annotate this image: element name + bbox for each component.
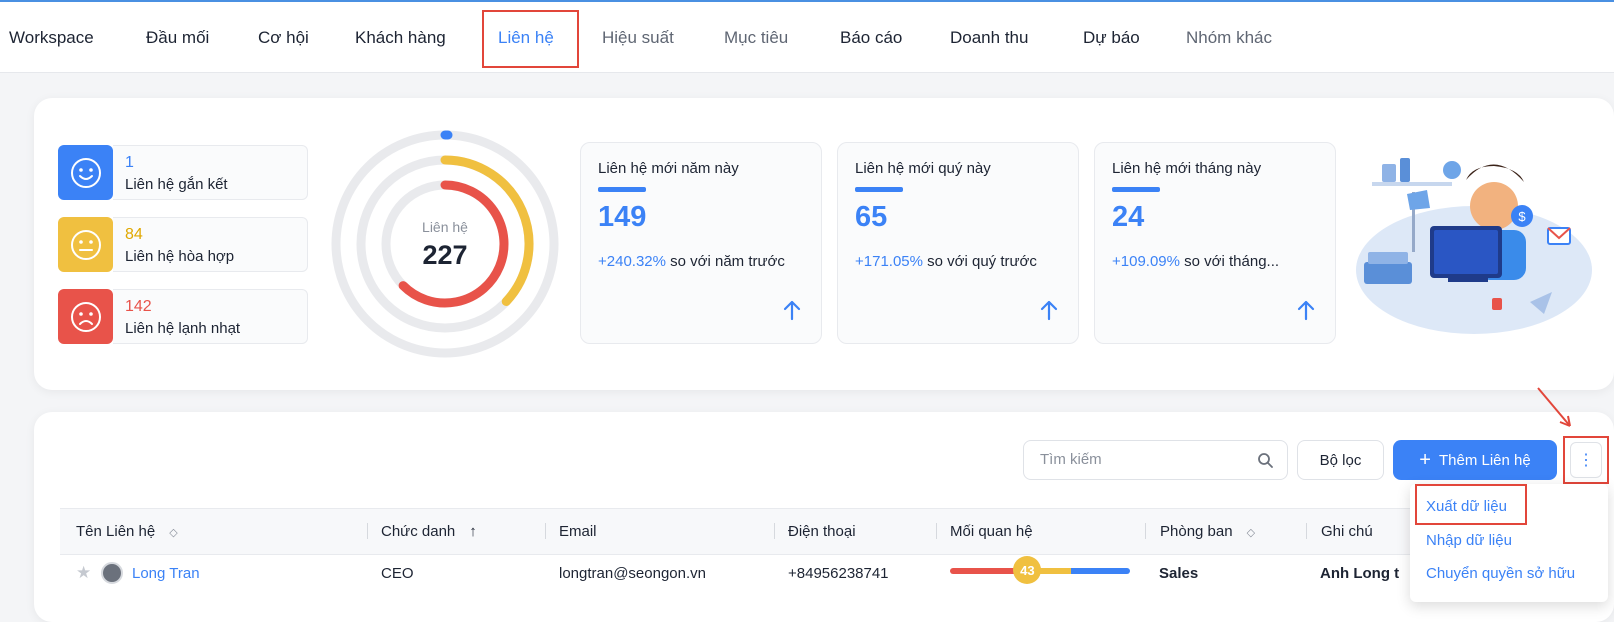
kpi-delta-percent: +109.09%	[1112, 253, 1180, 270]
arrow-up-icon	[1295, 299, 1317, 321]
column-header-relation[interactable]: Mối quan hệ	[950, 523, 1033, 540]
kpi-delta-text: so với tháng...	[1180, 253, 1279, 270]
kpi-value: 65	[855, 201, 887, 234]
kpi-card-quarter: Liên hệ mới quý này 65 +171.05% so với q…	[837, 142, 1079, 344]
star-icon[interactable]: ★	[76, 563, 91, 583]
top-navigation: Workspace Đầu mối Cơ hội Khách hàng Liên…	[0, 2, 1614, 73]
active-tab-highlight	[482, 10, 579, 68]
nav-item-goals[interactable]: Mục tiêu	[724, 28, 788, 48]
neutral-face-icon	[58, 217, 113, 272]
contacts-donut-chart: Liên hệ 227	[328, 127, 562, 361]
nav-item-leads[interactable]: Đầu mối	[146, 28, 209, 48]
add-contact-label: Thêm Liên hệ	[1439, 452, 1531, 469]
kpi-delta-text: so với năm trước	[666, 253, 785, 270]
relation-bar-blue	[1071, 568, 1130, 574]
kpi-delta-text: so với quý trước	[923, 253, 1037, 270]
stat-value: 142	[125, 298, 152, 316]
nav-item-revenue[interactable]: Doanh thu	[950, 28, 1028, 48]
person-at-computer-illustration: $	[1352, 152, 1596, 337]
search-input[interactable]	[1038, 450, 1252, 469]
nav-item-forecast[interactable]: Dự báo	[1083, 28, 1140, 48]
column-header-department[interactable]: Phòng ban◇	[1160, 523, 1255, 540]
kpi-accent-bar	[1112, 187, 1160, 192]
cell-email: longtran@seongon.vn	[559, 565, 706, 582]
kpi-delta-percent: +240.32%	[598, 253, 666, 270]
nav-item-other-groups[interactable]: Nhóm khác	[1186, 28, 1272, 48]
smile-face-icon	[58, 145, 113, 200]
stat-cold: 142 Liên hệ lạnh nhạt	[58, 289, 307, 344]
menu-item-transfer-ownership[interactable]: Chuyển quyền sở hữu	[1426, 565, 1575, 582]
nav-item-performance[interactable]: Hiệu suất	[602, 28, 674, 48]
stat-label: Liên hệ lạnh nhạt	[125, 320, 240, 337]
kpi-delta: +171.05% so với quý trước	[855, 253, 1037, 270]
search-icon[interactable]	[1257, 452, 1273, 468]
cell-department: Sales	[1159, 565, 1198, 582]
stat-harmonious: 84 Liên hệ hòa hợp	[58, 217, 307, 272]
contact-name-link[interactable]: Long Tran	[132, 565, 200, 582]
nav-item-opportunities[interactable]: Cơ hội	[258, 28, 309, 48]
nav-item-workspace[interactable]: Workspace	[9, 28, 94, 48]
kpi-value: 149	[598, 201, 646, 234]
avatar	[101, 562, 123, 584]
sort-icon[interactable]: ◇	[169, 527, 177, 539]
column-header-name[interactable]: Tên Liên hệ◇	[76, 523, 178, 540]
donut-label: Liên hệ	[422, 219, 468, 235]
stat-value: 1	[125, 154, 134, 172]
kpi-title: Liên hệ mới tháng này	[1112, 160, 1261, 177]
kpi-delta-percent: +171.05%	[855, 253, 923, 270]
export-menu-highlight	[1415, 484, 1527, 525]
kpi-card-month: Liên hệ mới tháng này 24 +109.09% so với…	[1094, 142, 1336, 344]
search-box	[1023, 440, 1288, 480]
table-header: Tên Liên hệ◇ Chức danh↑ Email Điện thoại…	[60, 508, 1570, 555]
svg-text:$: $	[1518, 209, 1526, 224]
column-header-email[interactable]: Email	[559, 523, 597, 540]
cell-note: Anh Long t	[1320, 565, 1399, 582]
stat-label: Liên hệ hòa hợp	[125, 248, 234, 265]
arrow-up-icon	[1038, 299, 1060, 321]
column-header-title[interactable]: Chức danh↑	[381, 523, 477, 540]
kpi-accent-bar	[855, 187, 903, 192]
kpi-title: Liên hệ mới quý này	[855, 160, 991, 177]
nav-item-reports[interactable]: Báo cáo	[840, 28, 902, 48]
sort-ascending-icon[interactable]: ↑	[469, 523, 477, 540]
donut-total: 227	[422, 240, 467, 270]
relation-bar-red	[950, 568, 1017, 574]
plus-icon: +	[1419, 450, 1431, 470]
kpi-delta: +109.09% so với tháng...	[1112, 253, 1279, 270]
column-header-phone[interactable]: Điện thoại	[788, 523, 856, 540]
column-header-note[interactable]: Ghi chú	[1321, 523, 1373, 540]
kpi-card-year: Liên hệ mới năm này 149 +240.32% so với …	[580, 142, 822, 344]
stat-label: Liên hệ gắn kết	[125, 176, 228, 193]
kpi-accent-bar	[598, 187, 646, 192]
filter-button[interactable]: Bộ lọc	[1297, 440, 1384, 480]
kpi-delta: +240.32% so với năm trước	[598, 253, 785, 270]
kpi-value: 24	[1112, 201, 1144, 234]
arrow-up-icon	[781, 299, 803, 321]
kpi-title: Liên hệ mới năm này	[598, 160, 739, 177]
stat-value: 84	[125, 226, 143, 244]
nav-item-customers[interactable]: Khách hàng	[355, 28, 446, 48]
cell-phone: +84956238741	[788, 565, 889, 582]
sad-face-icon	[58, 289, 113, 344]
sort-icon[interactable]: ◇	[1247, 527, 1255, 539]
stat-engaged: 1 Liên hệ gắn kết	[58, 145, 307, 200]
cell-title: CEO	[381, 565, 414, 582]
menu-item-import-data[interactable]: Nhập dữ liệu	[1426, 532, 1512, 549]
